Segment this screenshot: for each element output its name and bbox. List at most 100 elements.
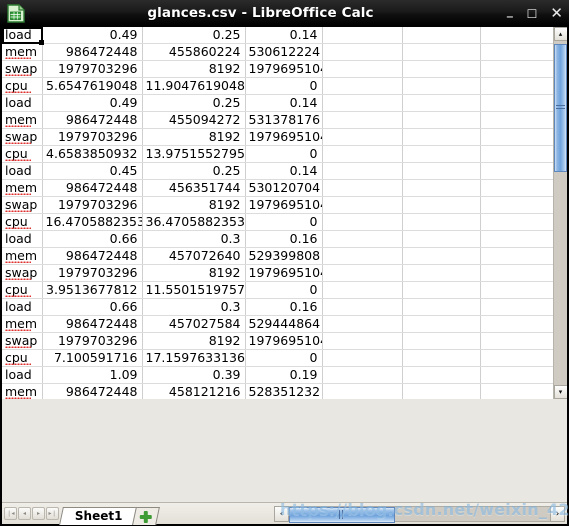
cell[interactable]: 0.19 bbox=[245, 366, 323, 385]
cell[interactable]: 0.66 bbox=[42, 230, 143, 249]
cell[interactable] bbox=[322, 213, 403, 232]
cell[interactable] bbox=[402, 332, 481, 351]
cell[interactable]: 4.6583850932 bbox=[42, 145, 143, 164]
cell[interactable]: 455860224 bbox=[142, 43, 246, 62]
cell[interactable] bbox=[322, 383, 403, 399]
cell[interactable]: load bbox=[2, 298, 43, 317]
horizontal-scroll-trough[interactable] bbox=[289, 505, 550, 523]
scroll-right-button[interactable]: › bbox=[550, 505, 565, 522]
cell[interactable]: swap bbox=[2, 128, 43, 147]
table-row[interactable]: mem 986472448 455094272 531378176 bbox=[2, 111, 553, 130]
minimize-button[interactable]: – bbox=[506, 9, 514, 24]
cell[interactable]: cpu bbox=[2, 213, 43, 232]
cell[interactable] bbox=[480, 247, 553, 266]
cell[interactable] bbox=[322, 230, 403, 249]
cell[interactable]: cpu bbox=[2, 145, 43, 164]
cell[interactable] bbox=[322, 332, 403, 351]
cell[interactable] bbox=[480, 230, 553, 249]
vertical-scroll-trough[interactable] bbox=[554, 41, 567, 385]
cell[interactable]: 528351232 bbox=[245, 383, 323, 399]
scroll-left-button[interactable]: ‹ bbox=[274, 505, 289, 522]
cell[interactable]: 986472448 bbox=[42, 247, 143, 266]
cell[interactable]: 8192 bbox=[142, 332, 246, 351]
cell[interactable] bbox=[480, 383, 553, 399]
table-row[interactable]: swap 1979703296 8192 1979695104 bbox=[2, 332, 553, 351]
cell[interactable] bbox=[480, 128, 553, 147]
cell[interactable] bbox=[322, 247, 403, 266]
table-row[interactable]: cpu 3.9513677812 11.5501519757 0 bbox=[2, 281, 553, 300]
cell[interactable]: 1.09 bbox=[42, 366, 143, 385]
cell[interactable]: 0 bbox=[245, 77, 323, 96]
cell[interactable] bbox=[322, 196, 403, 215]
scroll-up-button[interactable]: ▴ bbox=[553, 27, 567, 41]
cell[interactable]: 0.39 bbox=[142, 366, 246, 385]
cell[interactable]: 0.25 bbox=[142, 27, 246, 45]
cell[interactable]: 0.16 bbox=[245, 230, 323, 249]
cell[interactable]: load bbox=[2, 94, 43, 113]
cell[interactable]: 457072640 bbox=[142, 247, 246, 266]
cell[interactable]: 8192 bbox=[142, 128, 246, 147]
next-sheet-button[interactable]: ▸ bbox=[32, 507, 45, 520]
cell[interactable]: 0.14 bbox=[245, 162, 323, 181]
cell[interactable]: 8192 bbox=[142, 264, 246, 283]
cell[interactable]: cpu bbox=[2, 77, 43, 96]
cell[interactable] bbox=[480, 213, 553, 232]
cell[interactable]: 986472448 bbox=[42, 43, 143, 62]
cell[interactable]: 0.45 bbox=[42, 162, 143, 181]
table-row[interactable]: cpu 16.4705882353 36.4705882353 0 bbox=[2, 213, 553, 232]
cell[interactable] bbox=[402, 128, 481, 147]
table-row[interactable]: load 0.45 0.25 0.14 bbox=[2, 162, 553, 181]
cell[interactable] bbox=[480, 162, 553, 181]
cell[interactable] bbox=[402, 247, 481, 266]
table-row[interactable]: swap 1979703296 8192 1979695104 bbox=[2, 264, 553, 283]
cell[interactable]: 0 bbox=[245, 349, 323, 368]
cell[interactable] bbox=[480, 332, 553, 351]
cell[interactable]: swap bbox=[2, 332, 43, 351]
cell[interactable] bbox=[480, 77, 553, 96]
cell[interactable] bbox=[322, 366, 403, 385]
cell[interactable]: 11.9047619048 bbox=[142, 77, 246, 96]
cell[interactable] bbox=[402, 196, 481, 215]
cell[interactable]: 1979703296 bbox=[42, 60, 143, 79]
maximize-button[interactable]: ☐ bbox=[527, 8, 538, 20]
spreadsheet-grid[interactable]: load 0.49 0.25 0.14 mem 986472448 455860224 530… bbox=[2, 27, 567, 399]
horizontal-scrollbar[interactable]: ‹ › bbox=[274, 505, 565, 523]
cell[interactable]: 36.4705882353 bbox=[142, 213, 246, 232]
cell[interactable]: mem bbox=[2, 315, 43, 334]
cell[interactable]: mem bbox=[2, 43, 43, 62]
cell[interactable]: 0.16 bbox=[245, 298, 323, 317]
horizontal-scroll-thumb[interactable] bbox=[289, 506, 395, 523]
cell[interactable]: 986472448 bbox=[42, 111, 143, 130]
table-row[interactable]: swap 1979703296 8192 1979695104 bbox=[2, 128, 553, 147]
cell[interactable]: swap bbox=[2, 264, 43, 283]
table-row[interactable]: load 0.49 0.25 0.14 bbox=[2, 94, 553, 113]
cell[interactable]: 0.14 bbox=[245, 94, 323, 113]
cell[interactable]: mem bbox=[2, 179, 43, 198]
cell[interactable] bbox=[402, 213, 481, 232]
table-row[interactable]: swap 1979703296 8192 1979695104 bbox=[2, 60, 553, 79]
add-sheet-button[interactable] bbox=[131, 506, 160, 525]
table-row[interactable]: mem 986472448 455860224 530612224 bbox=[2, 43, 553, 62]
cell[interactable]: 0 bbox=[245, 213, 323, 232]
cell[interactable] bbox=[480, 179, 553, 198]
cell[interactable]: mem bbox=[2, 383, 43, 399]
cell[interactable] bbox=[402, 77, 481, 96]
cell[interactable] bbox=[480, 196, 553, 215]
cell[interactable]: 1979695104 bbox=[245, 60, 323, 79]
cell[interactable] bbox=[322, 128, 403, 147]
cell[interactable]: 455094272 bbox=[142, 111, 246, 130]
cell[interactable]: 0 bbox=[245, 145, 323, 164]
close-window-button[interactable]: ✕ bbox=[550, 6, 563, 21]
cell[interactable] bbox=[322, 281, 403, 300]
cell[interactable] bbox=[402, 27, 481, 45]
cell[interactable]: 0.25 bbox=[142, 94, 246, 113]
table-row[interactable]: cpu 7.100591716 17.1597633136 0 bbox=[2, 349, 553, 368]
cell[interactable]: 986472448 bbox=[42, 383, 143, 399]
cell[interactable]: swap bbox=[2, 196, 43, 215]
cell[interactable] bbox=[322, 264, 403, 283]
cell[interactable]: 0.14 bbox=[245, 27, 323, 45]
cell[interactable]: 1979695104 bbox=[245, 264, 323, 283]
cell[interactable]: 457027584 bbox=[142, 315, 246, 334]
cell[interactable]: 13.9751552795 bbox=[142, 145, 246, 164]
cell[interactable] bbox=[322, 145, 403, 164]
